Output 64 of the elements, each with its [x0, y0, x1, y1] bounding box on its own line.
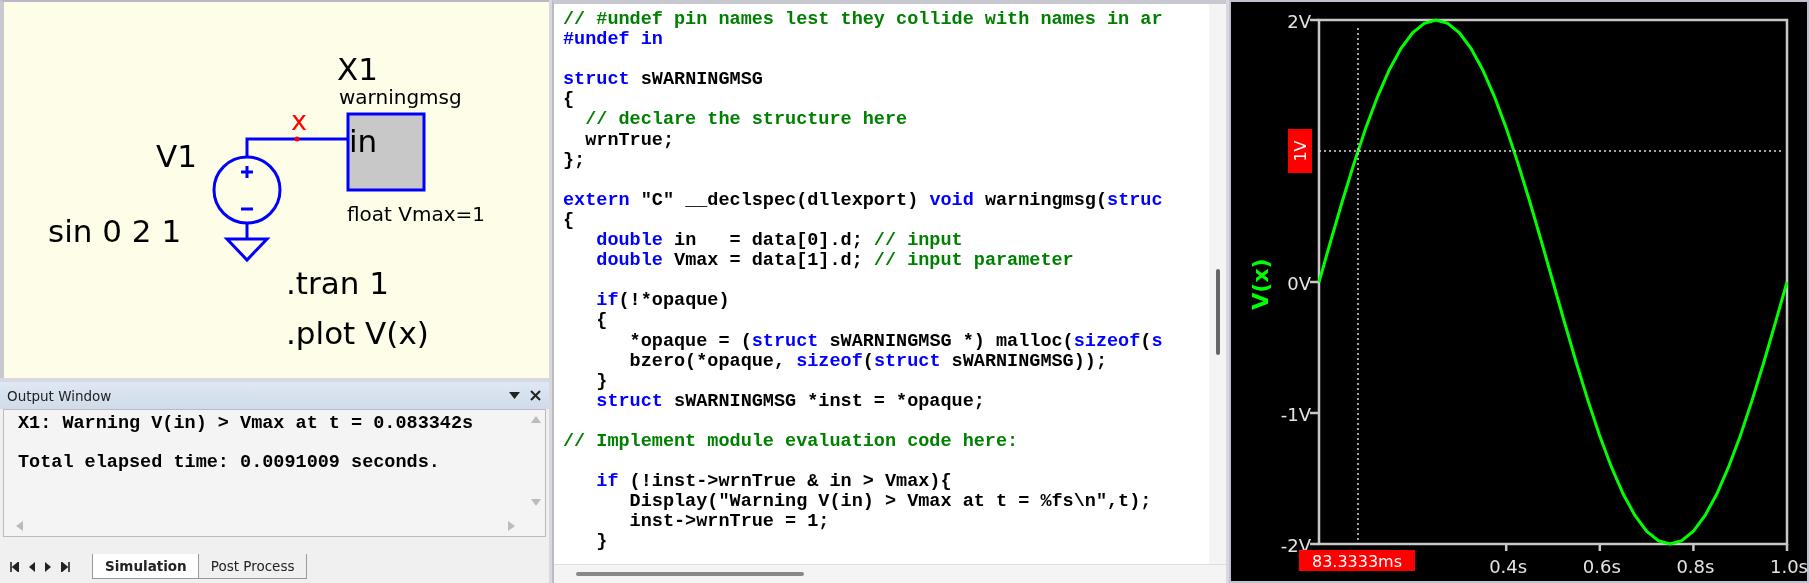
cursor-line[interactable]: [1357, 27, 1359, 545]
code-line: double in = data[0].d; // input: [595, 231, 964, 252]
tab[interactable]: Post Process: [197, 554, 308, 579]
code-editor[interactable]: [552, 0, 1226, 583]
cursor-value-tag: 1V: [1288, 129, 1312, 173]
output-line: Total elapsed time: 0.0091009 seconds.: [18, 453, 441, 473]
panel-title: Output Window: [7, 387, 113, 404]
x-tick-label: 1.0s: [1770, 556, 1807, 577]
ref-line-label: 1V: [1291, 140, 1310, 162]
trace-name[interactable]: V(x): [1248, 258, 1273, 310]
wire[interactable]: [245, 137, 348, 157]
dropdown-icon[interactable]: [509, 392, 520, 399]
code-line: if(!*opaque): [595, 291, 731, 312]
code-line: // declare the structure here: [584, 110, 909, 131]
code-line: #undef in: [563, 30, 664, 51]
code-line: {: [595, 311, 609, 332]
close-icon[interactable]: [530, 390, 541, 401]
code-line: double Vmax = data[1].d; // input parameter: [595, 251, 1075, 272]
code-line: }: [595, 371, 609, 392]
code-line: {: [563, 90, 576, 111]
code-line: }: [595, 532, 609, 553]
code-line: // Implement module evaluation code here:: [563, 431, 1020, 453]
code-line: inst->wrnTrue = 1;: [628, 512, 831, 533]
instance-name: X1: [337, 51, 378, 87]
parameter-text: float Vmax=1: [347, 202, 486, 226]
previous-tab-icon[interactable]: [29, 562, 35, 572]
x-tick-label: 0.4s: [1489, 556, 1528, 577]
cursor-line[interactable]: [1318, 150, 1784, 152]
code-line: bzero(*opaque, sizeof(struct sWARNINGMSG));: [628, 351, 1109, 372]
block-symbol[interactable]: [346, 112, 426, 192]
net-label: x: [291, 105, 307, 136]
code-line: Display("Warning V(in) > Vmax at t = %fs\n",t);: [628, 492, 1153, 513]
output-line: X1: Warning V(in) > Vmax at t = 0.083342s: [18, 414, 475, 434]
code-line: // #undef pin names lest they collide with names in ar: [563, 10, 1164, 31]
y-tick-label: -1V: [1280, 404, 1311, 425]
first-tab-icon[interactable]: [10, 562, 19, 572]
code-line: *opaque = (struct sWARNINGMSG *) malloc(sizeof(s: [628, 331, 1164, 352]
x-tick-label: 0.6s: [1582, 556, 1621, 577]
y-tick-label: 2V: [1287, 11, 1311, 32]
code-line: wrnTrue;: [584, 130, 676, 151]
ref-line-label: 83.3333ms: [1311, 552, 1403, 571]
code-line: {: [563, 210, 576, 232]
code-line: };: [563, 150, 587, 171]
next-tab-icon[interactable]: [45, 562, 51, 572]
net-dot-icon: [294, 136, 300, 142]
tab[interactable]: Simulation: [92, 554, 200, 579]
instance-name: V1: [156, 138, 197, 174]
code-line: if (!inst->wrnTrue & in > Vmax){: [595, 472, 953, 493]
y-tick-label: 0V: [1287, 273, 1311, 294]
x-tick-label: 0.8s: [1676, 556, 1715, 577]
code-line: struct sWARNINGMSG: [563, 70, 764, 91]
last-tab-icon[interactable]: [61, 562, 70, 572]
voltage-source-icon[interactable]: [212, 155, 282, 225]
code-line: extern "C" __declspec(dllexport) void warningmsg(struc: [563, 190, 1164, 211]
spice-directive: .plot V(x): [286, 315, 429, 351]
scrollbar-thumb[interactable]: [1216, 269, 1220, 355]
cursor-time-tag: 83.3333ms: [1299, 550, 1415, 571]
model-name: warningmsg: [339, 85, 462, 109]
pin-label: in: [349, 123, 378, 159]
spice-directive: .tran 1: [286, 265, 389, 301]
scrollbar-thumb[interactable]: [576, 572, 804, 576]
ground-icon: [225, 221, 271, 262]
source-value: sin 0 2 1: [48, 213, 182, 249]
code-line: struct sWARNINGMSG *inst = *opaque;: [595, 391, 986, 412]
